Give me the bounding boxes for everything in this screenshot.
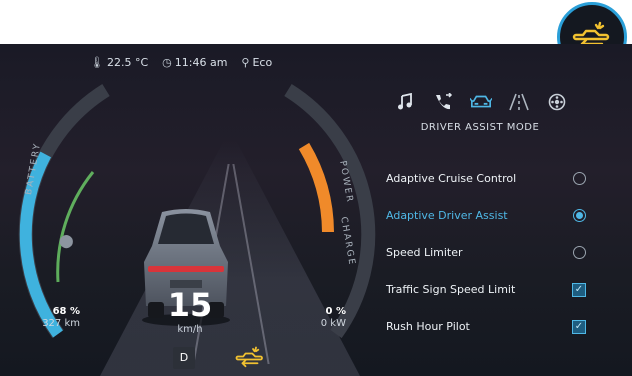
- mode-title: DRIVER ASSIST MODE: [420, 122, 540, 133]
- power-percent: 0 %: [325, 306, 346, 317]
- speedometer: 15 km/h: [160, 288, 220, 335]
- radio-adaptive-cruise-control[interactable]: [573, 172, 586, 185]
- drive-mode-readout: ⚲ Eco: [241, 56, 273, 69]
- leaf-icon: ⚲: [241, 56, 250, 69]
- thermometer-icon: 🌡: [90, 56, 104, 69]
- battery-stats: 68 % 327 km: [28, 306, 80, 330]
- battery-percent: 68 %: [52, 306, 80, 317]
- power-gauge: [284, 84, 376, 339]
- driver-assist-status-icon: [235, 346, 263, 368]
- clock-icon: ◷: [162, 56, 172, 69]
- music-icon[interactable]: [394, 92, 416, 112]
- power-kw: 0 kW: [320, 318, 346, 329]
- option-adaptive-cruise-control[interactable]: Adaptive Cruise Control: [386, 160, 586, 197]
- option-traffic-sign-speed-limit[interactable]: Traffic Sign Speed Limit ✓: [386, 271, 586, 308]
- status-bar: 🌡 22.5 °C ◷ 11:46 am ⚲ Eco: [90, 56, 272, 69]
- mode-tabs: [394, 92, 568, 112]
- option-speed-limiter[interactable]: Speed Limiter: [386, 234, 586, 271]
- power-stats: 0 % 0 kW: [304, 306, 346, 330]
- battery-gauge: [18, 84, 110, 339]
- settings-icon[interactable]: [546, 92, 568, 112]
- car-assist-icon[interactable]: [470, 92, 492, 112]
- checkbox-traffic-sign-speed-limit[interactable]: ✓: [572, 282, 586, 297]
- road-icon[interactable]: [508, 92, 530, 112]
- instrument-screen: 🌡 22.5 °C ◷ 11:46 am ⚲ Eco BATTERY ⬤ 68 % 3…: [0, 44, 632, 376]
- speed-unit: km/h: [177, 324, 203, 335]
- option-rush-hour-pilot[interactable]: Rush Hour Pilot ✓: [386, 308, 586, 345]
- option-adaptive-driver-assist[interactable]: Adaptive Driver Assist: [386, 197, 586, 234]
- location-pin-icon: ⬤: [59, 234, 74, 249]
- battery-range: 327 km: [42, 318, 80, 329]
- speed-value: 15: [167, 286, 213, 324]
- clock-readout: ◷ 11:46 am: [162, 56, 228, 69]
- gear-indicator: D: [173, 347, 195, 369]
- phone-icon[interactable]: [432, 92, 454, 112]
- assist-options-list: Adaptive Cruise Control Adaptive Driver …: [386, 160, 586, 345]
- checkbox-rush-hour-pilot[interactable]: ✓: [572, 319, 586, 334]
- radio-adaptive-driver-assist[interactable]: [573, 209, 586, 222]
- radio-speed-limiter[interactable]: [573, 246, 586, 259]
- temperature-readout: 🌡 22.5 °C: [90, 56, 149, 69]
